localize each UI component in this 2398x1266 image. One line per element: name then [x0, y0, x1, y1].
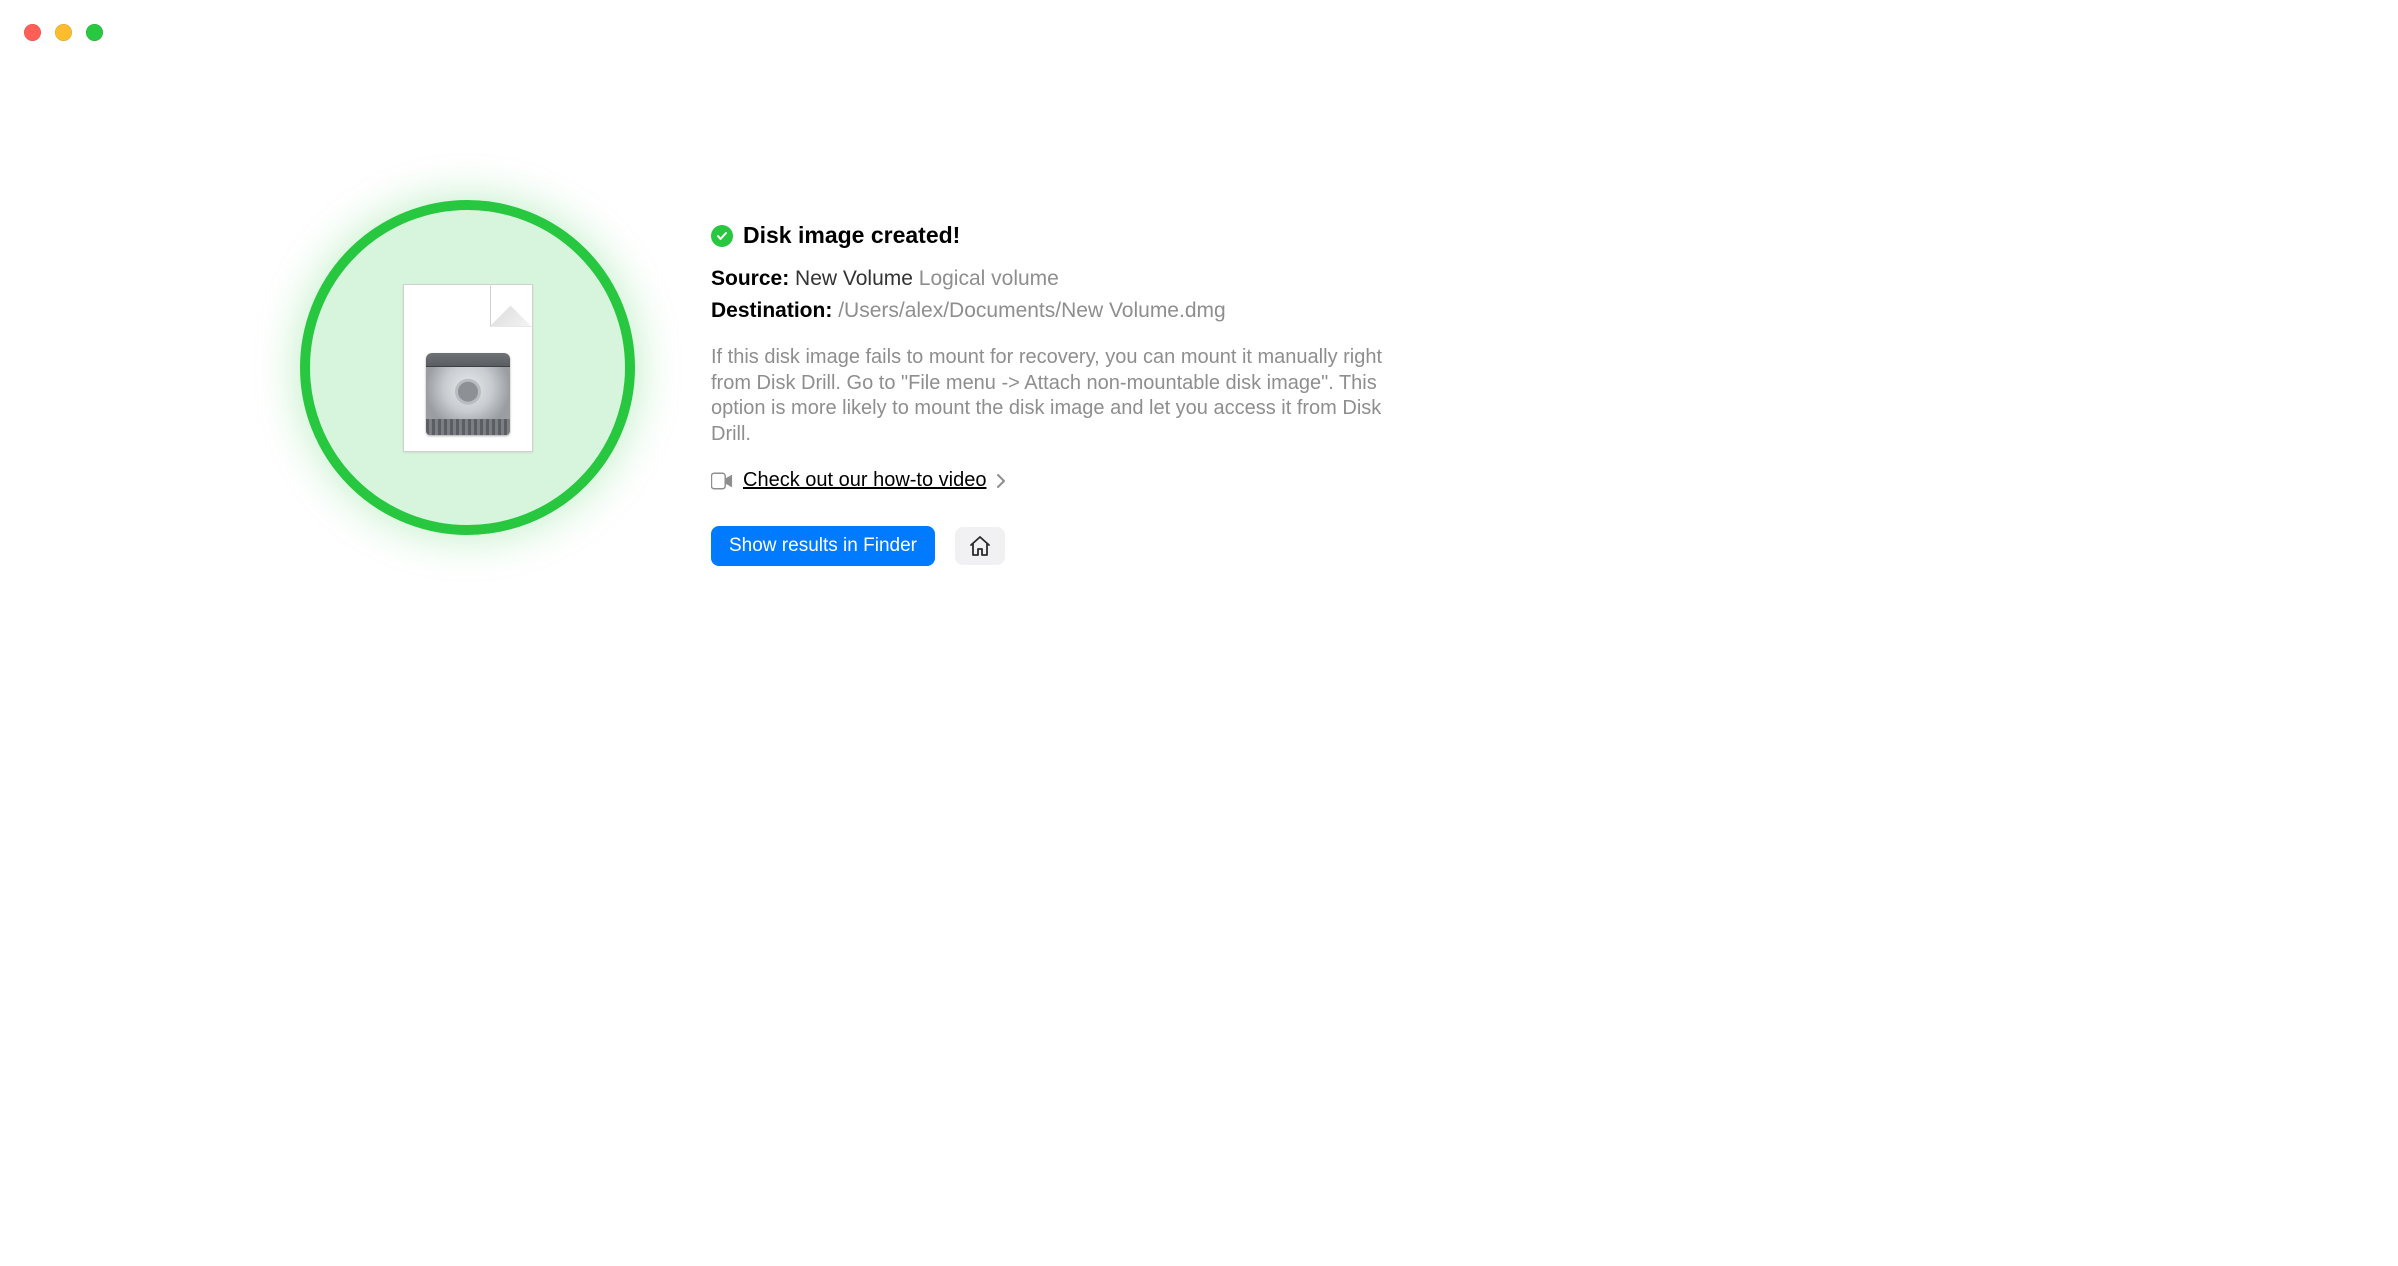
disk-icon — [426, 353, 510, 435]
window-close-button[interactable] — [24, 24, 41, 41]
destination-label: Destination: — [711, 299, 832, 322]
destination-line: Destination: /Users/alex/Documents/New V… — [711, 299, 1611, 323]
chevron-right-icon — [996, 474, 1006, 488]
home-icon — [968, 534, 992, 558]
disk-image-file-icon — [403, 284, 533, 452]
source-value: New Volume — [795, 267, 913, 290]
main-content: Disk image created! Source: New Volume L… — [0, 0, 2398, 566]
source-subtype: Logical volume — [919, 267, 1059, 290]
status-title-row: Disk image created! — [711, 222, 1611, 249]
success-circle — [300, 200, 635, 535]
window-traffic-lights — [24, 24, 103, 41]
checkmark-icon — [711, 225, 733, 247]
window-minimize-button[interactable] — [55, 24, 72, 41]
help-text: If this disk image fails to mount for re… — [711, 345, 1401, 447]
video-camera-icon — [711, 472, 733, 490]
source-line: Source: New Volume Logical volume — [711, 267, 1611, 291]
window-zoom-button[interactable] — [86, 24, 103, 41]
show-in-finder-button[interactable]: Show results in Finder — [711, 526, 935, 566]
home-button[interactable] — [955, 527, 1005, 565]
destination-value: /Users/alex/Documents/New Volume.dmg — [838, 299, 1226, 322]
info-panel: Disk image created! Source: New Volume L… — [711, 200, 1611, 566]
action-button-row: Show results in Finder — [711, 526, 1611, 566]
success-graphic — [300, 200, 635, 535]
howto-video-row: Check out our how-to video — [711, 469, 1611, 492]
howto-video-link[interactable]: Check out our how-to video — [743, 469, 986, 492]
source-label: Source: — [711, 267, 789, 290]
status-title: Disk image created! — [743, 222, 960, 249]
